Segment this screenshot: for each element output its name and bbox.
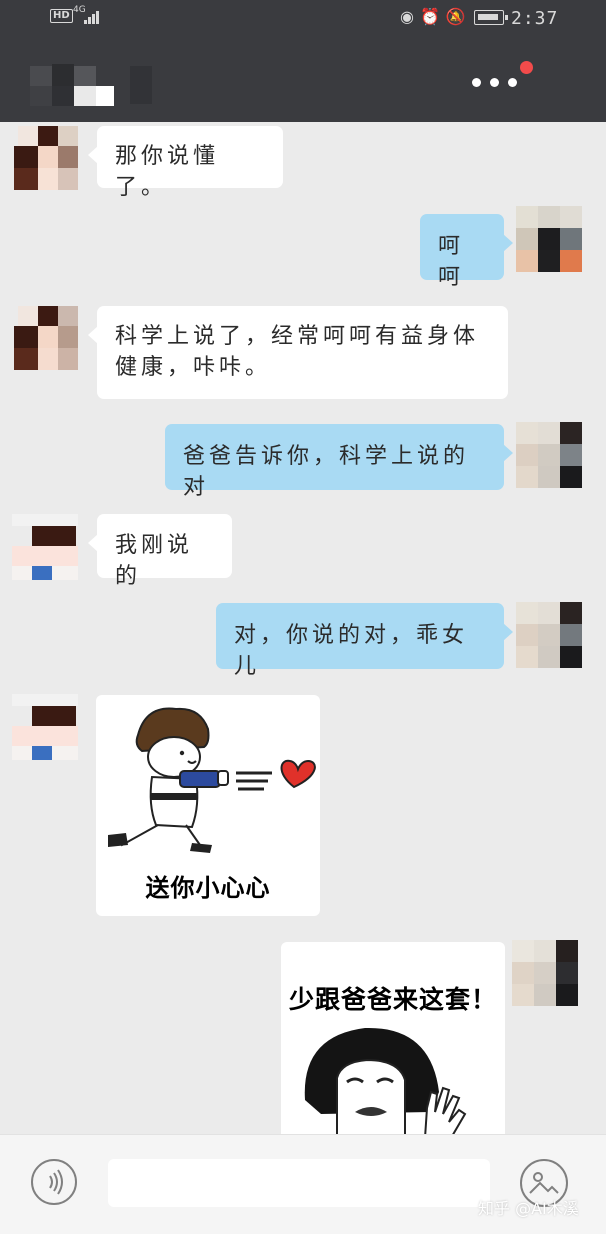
bowl-cut-face-sticker-image (304, 1027, 467, 1134)
message-text: 呵呵 (438, 234, 465, 290)
clock: 2:37 (511, 8, 559, 29)
sticker-caption: 送你小心心 (145, 874, 271, 902)
signal-icon (84, 10, 102, 24)
contact-avatar[interactable] (14, 306, 80, 372)
message-bubble-outgoing[interactable]: 爸爸告诉你，科学上说的对 (165, 424, 513, 500)
zhihu-watermark: 知乎 @AI木溪 (478, 1199, 579, 1218)
alarm-icon: ⏰ (419, 7, 446, 26)
message-text-line: 健康，咔咔。 (115, 355, 272, 380)
message-text: 那你说懂了。 (115, 144, 220, 200)
message-bubble-incoming[interactable]: 我刚说的 (88, 514, 232, 589)
message-text: 我刚说的 (115, 533, 194, 589)
sticker-message-incoming[interactable]: 送你小心心 (96, 695, 320, 916)
message-text: 对，你说的对，乖女儿 (234, 623, 469, 679)
mute-icon: 🔕 (445, 7, 472, 26)
sticker-message-outgoing[interactable]: 少跟爸爸来这套！ (281, 942, 505, 1134)
input-bar: 知乎 @AI木溪 (0, 1134, 606, 1234)
my-avatar[interactable] (516, 206, 582, 272)
contact-name-pixelated (30, 64, 154, 108)
contact-avatar[interactable] (12, 694, 78, 760)
hd-indicator: HD (50, 9, 73, 23)
chat-area[interactable]: 那你说懂了。 呵呵 科学上说了，经常呵呵有益身体 健康，咔咔。 爸爸告诉你，科学… (0, 122, 606, 1134)
running-heart-sticker-image (108, 707, 316, 853)
eye-icon: ◉ (400, 7, 420, 26)
voice-icon[interactable] (31, 1159, 77, 1205)
my-avatar[interactable] (516, 422, 582, 488)
message-text: 爸爸告诉你，科学上说的对 (183, 444, 470, 500)
more-dots-icon[interactable] (466, 72, 522, 92)
message-text-line: 科学上说了，经常呵呵有益身体 (115, 324, 480, 349)
battery-icon (474, 10, 508, 25)
my-avatar[interactable] (516, 602, 582, 668)
contact-avatar[interactable] (14, 126, 80, 192)
message-bubble-outgoing[interactable]: 呵呵 (420, 214, 513, 290)
status-icons: ◉⏰🔕 (400, 8, 472, 26)
message-bubble-incoming[interactable]: 科学上说了，经常呵呵有益身体 健康，咔咔。 (88, 306, 508, 399)
contact-avatar[interactable] (12, 514, 78, 580)
message-input[interactable] (108, 1159, 490, 1207)
my-avatar[interactable] (512, 940, 578, 1006)
message-bubble-outgoing[interactable]: 对，你说的对，乖女儿 (216, 603, 513, 679)
message-bubble-incoming[interactable]: 那你说懂了。 (88, 126, 283, 200)
top-bar: HD 4G ◉⏰🔕 2:37 (0, 0, 606, 122)
status-bar: HD 4G ◉⏰🔕 2:37 (0, 0, 606, 36)
notification-dot (520, 61, 533, 74)
